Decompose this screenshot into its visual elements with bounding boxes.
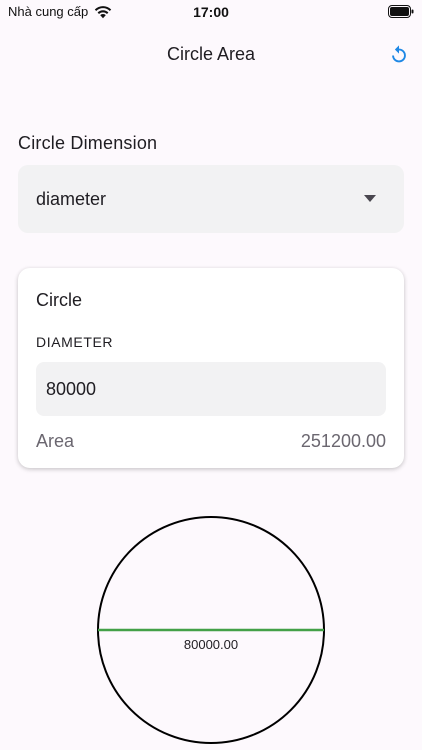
page-title: Circle Area	[166, 44, 256, 64]
dimension-dropdown[interactable]: diameter	[18, 165, 404, 233]
area-label: Area	[36, 431, 75, 451]
refresh-icon	[392, 45, 406, 63]
battery-icon	[388, 5, 414, 18]
diameter-label: DIAMETER	[36, 334, 114, 350]
status-bar: Nhà cung cấp 17:00	[0, 0, 422, 24]
dimension-label: Circle Dimension	[18, 133, 158, 153]
diameter-value-label: 80000.00	[184, 637, 238, 652]
area-value: 251200.00	[300, 431, 386, 451]
diameter-input[interactable]	[36, 362, 386, 416]
card-title: Circle	[36, 290, 83, 310]
circle-card: Circle DIAMETER Area 251200.00	[18, 268, 404, 468]
circle-diagram: 80000.00	[97, 516, 325, 744]
dimension-selected-value: diameter	[36, 189, 107, 209]
app-bar: Circle Area	[0, 30, 422, 78]
status-time: 17:00	[193, 4, 229, 20]
reset-button[interactable]	[384, 40, 414, 70]
caret-down-icon	[364, 195, 376, 202]
